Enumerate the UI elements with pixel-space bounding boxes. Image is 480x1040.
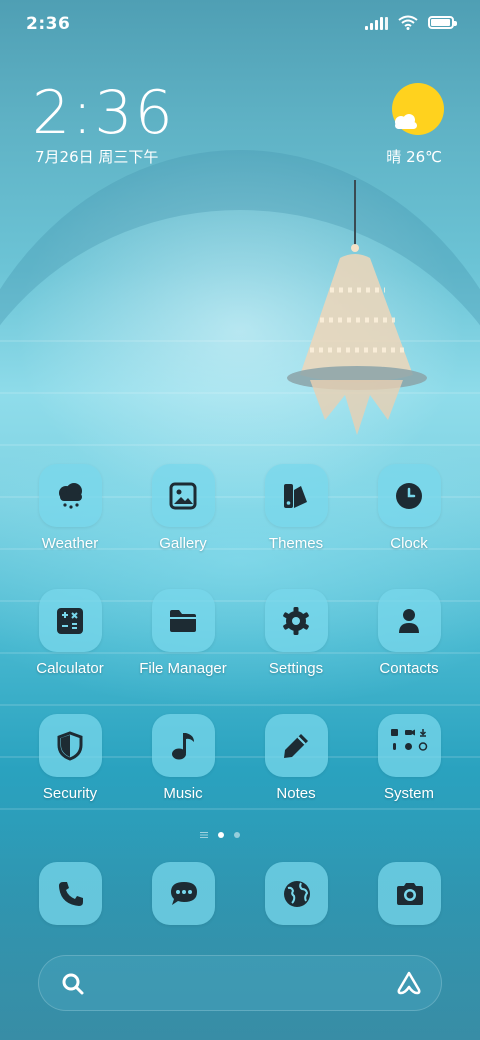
app-contacts[interactable]: Contacts	[354, 589, 464, 677]
app-label: File Manager	[139, 660, 227, 677]
clock-app-icon[interactable]	[377, 464, 441, 527]
signal-icon	[365, 16, 388, 30]
app-notes[interactable]: Notes	[241, 714, 351, 802]
app-settings[interactable]: Settings	[241, 589, 351, 677]
globe-icon	[283, 880, 310, 907]
camera-icon	[396, 882, 423, 905]
themes-icon	[284, 483, 307, 508]
app-clock[interactable]: Clock	[354, 464, 464, 552]
dock-messages[interactable]	[152, 862, 215, 925]
calculator-icon	[57, 607, 83, 634]
app-music[interactable]: Music	[128, 714, 238, 802]
assistant-icon[interactable]	[395, 970, 423, 996]
app-calculator[interactable]: Calculator	[15, 589, 125, 677]
app-label: Themes	[268, 535, 324, 552]
dock-browser[interactable]	[265, 862, 328, 925]
battery-icon	[428, 16, 457, 29]
app-security[interactable]: Security	[15, 714, 125, 802]
app-label: Gallery	[159, 535, 207, 552]
page-dot-active[interactable]	[218, 832, 224, 838]
contacts-app-icon[interactable]	[377, 589, 441, 652]
app-file-manager[interactable]: File Manager	[128, 589, 238, 677]
clock-widget-date[interactable]: 7月26日 周三下午	[35, 146, 158, 167]
app-themes[interactable]: Themes	[241, 464, 351, 552]
app-label: Clock	[390, 535, 428, 552]
app-label: Settings	[268, 660, 324, 677]
app-label: Notes	[276, 785, 316, 802]
gear-icon	[283, 606, 309, 635]
page-indicator[interactable]	[200, 829, 280, 841]
settings-app-icon[interactable]	[264, 589, 328, 652]
wallpaper-chandelier	[287, 180, 427, 435]
file-manager-app-icon[interactable]	[151, 589, 215, 652]
folder-icon	[170, 609, 196, 632]
app-label: Calculator	[36, 660, 104, 677]
app-label: Security	[42, 785, 98, 802]
pencil-icon	[284, 733, 308, 758]
status-bar: 2:36	[0, 0, 480, 50]
clock-widget-time[interactable]: 2:36	[32, 78, 175, 148]
cloud-rain-icon	[59, 482, 82, 509]
app-label: Weather	[41, 535, 99, 552]
image-icon	[169, 482, 197, 509]
status-icons	[365, 15, 457, 30]
system-folder-icon[interactable]	[377, 714, 441, 777]
page-dot[interactable]	[234, 832, 240, 838]
app-label: Contacts	[379, 660, 439, 677]
wifi-icon	[398, 15, 418, 30]
search-bar[interactable]	[38, 955, 442, 1011]
message-icon	[170, 881, 197, 905]
cloud-icon	[395, 114, 417, 129]
home-screen: 2:36 2:36 7月26日 周三下午 晴 26℃ Weather Galle…	[0, 0, 480, 1040]
dock-camera[interactable]	[378, 862, 441, 925]
dock-phone[interactable]	[39, 862, 102, 925]
weather-app-icon[interactable]	[38, 464, 102, 527]
status-time: 2:36	[26, 14, 71, 34]
search-icon[interactable]	[61, 972, 85, 996]
phone-icon	[58, 881, 83, 906]
app-weather[interactable]: Weather	[15, 464, 125, 552]
weather-widget-text[interactable]: 晴 26℃	[386, 146, 442, 167]
clock-icon	[396, 482, 422, 509]
notes-app-icon[interactable]	[264, 714, 328, 777]
app-gallery[interactable]: Gallery	[128, 464, 238, 552]
shield-icon	[57, 730, 83, 761]
gallery-app-icon[interactable]	[151, 464, 215, 527]
security-app-icon[interactable]	[38, 714, 102, 777]
themes-app-icon[interactable]	[264, 464, 328, 527]
calculator-app-icon[interactable]	[38, 589, 102, 652]
music-note-icon	[172, 732, 194, 759]
app-system-folder[interactable]: System	[354, 714, 464, 802]
person-icon	[399, 608, 419, 633]
page-list-icon[interactable]	[200, 832, 208, 838]
app-label: Music	[163, 785, 203, 802]
app-label: System	[383, 785, 434, 802]
music-app-icon[interactable]	[151, 714, 215, 777]
folder-grid-icon	[391, 728, 428, 751]
